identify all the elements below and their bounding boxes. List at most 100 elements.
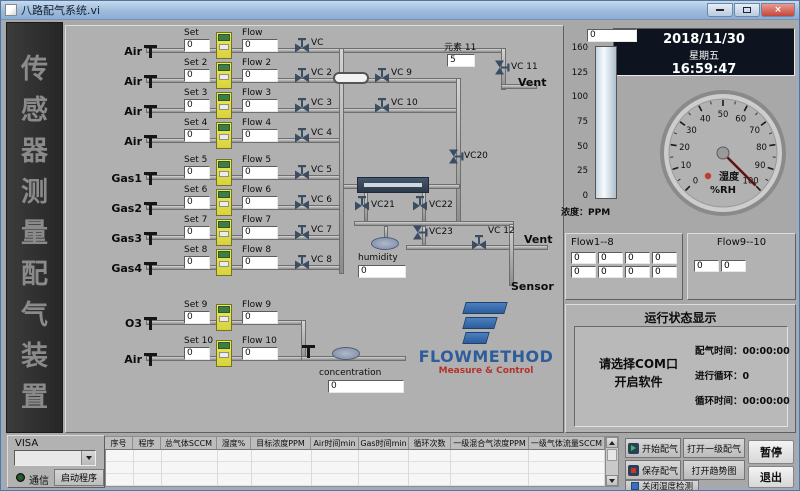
valve-icon[interactable]: [294, 195, 310, 210]
set-input[interactable]: 0: [184, 347, 210, 360]
valve-icon[interactable]: [449, 149, 464, 165]
set-input[interactable]: 0: [184, 166, 210, 179]
set-input[interactable]: 0: [184, 99, 210, 112]
valve-label: VC 12: [488, 226, 515, 236]
flowmethod-logo-icon: [464, 302, 508, 344]
concentration-bar-scale: 1601251007550250: [563, 43, 591, 201]
table-cell: [134, 462, 162, 474]
visa-resource-combo[interactable]: [14, 450, 96, 466]
bar-tick-label: 100: [572, 92, 588, 102]
mfc-icon: [216, 159, 232, 186]
flow-readout: 0: [625, 252, 650, 264]
ppm-readout: 0: [587, 29, 637, 42]
valve-icon[interactable]: [412, 196, 428, 211]
triangle-up-icon: [609, 441, 615, 445]
table-header-cell: 一级气体流量SCCM: [529, 436, 605, 450]
valve-icon[interactable]: [354, 196, 370, 211]
tee-valve-icon: [144, 170, 157, 189]
set-label: Set 5: [184, 155, 207, 165]
app-window: 八路配气系统.vi × 传感器测量配气装置 humidity 0 concent…: [0, 0, 800, 491]
element11-value[interactable]: 5: [447, 54, 475, 67]
concentration-value[interactable]: 0: [328, 380, 404, 393]
maximize-button[interactable]: [734, 3, 760, 17]
valve-icon[interactable]: [294, 128, 310, 143]
valve-icon[interactable]: [471, 235, 487, 250]
bar-tick-label: 0: [583, 191, 588, 201]
svg-text:50: 50: [718, 110, 729, 120]
valve-icon[interactable]: [413, 225, 428, 241]
set-input[interactable]: 0: [184, 39, 210, 52]
concentration-bar-label: 浓度：PPM: [561, 205, 610, 218]
scroll-up-button[interactable]: [606, 437, 618, 448]
valve-icon[interactable]: [294, 165, 310, 180]
scroll-down-button[interactable]: [606, 475, 618, 486]
flow-readout: 0: [571, 252, 596, 264]
combo-dropdown-button[interactable]: [81, 451, 95, 465]
flow-label: Flow 10: [242, 336, 277, 346]
set-input[interactable]: 0: [184, 129, 210, 142]
start-gas-label: 开始配气: [642, 442, 678, 455]
scrollbar-thumb[interactable]: [607, 449, 617, 461]
flow18-title: Flow1--8: [566, 234, 682, 248]
set-input[interactable]: 0: [184, 256, 210, 269]
svg-text:0: 0: [693, 177, 698, 187]
valve-icon[interactable]: [294, 68, 310, 83]
time-text: 16:59:47: [614, 62, 794, 77]
minimize-button[interactable]: [707, 3, 733, 17]
table-cell: [529, 474, 605, 486]
valve-label: VC22: [429, 200, 453, 210]
pipe: [343, 48, 505, 53]
close-humidity-button[interactable]: 关闭湿度检测: [625, 480, 699, 491]
set-input[interactable]: 0: [184, 196, 210, 209]
table-header-cell: 循环次数: [409, 436, 451, 450]
valve-icon[interactable]: [374, 98, 390, 113]
table-cell: [134, 474, 162, 486]
table-header-cell: Gas时间min: [359, 436, 409, 450]
valve-icon[interactable]: [495, 60, 510, 76]
table-cell: [312, 450, 360, 462]
open-primary-gas-button[interactable]: 打开一级配气: [683, 438, 745, 458]
set-label: Set 7: [184, 215, 207, 225]
valve-icon[interactable]: [294, 225, 310, 240]
concentration-label: concentration: [319, 368, 381, 378]
set-input[interactable]: 0: [184, 226, 210, 239]
table-row: [106, 474, 605, 486]
set-input[interactable]: 0: [184, 311, 210, 324]
program-table-body: [105, 450, 605, 487]
tee-valve-icon: [144, 260, 157, 279]
valve-label: VC20: [464, 151, 488, 161]
save-gas-button[interactable]: 保存配气: [625, 460, 681, 480]
valve-icon[interactable]: [374, 68, 390, 83]
save-icon: [628, 465, 639, 476]
valve-icon[interactable]: [294, 98, 310, 113]
tee-valve-icon: [144, 230, 157, 249]
svg-text:40: 40: [700, 114, 711, 124]
start-program-button[interactable]: 启动程序: [54, 469, 104, 486]
humidity-value[interactable]: 0: [358, 265, 406, 278]
gas-source-label: Air: [106, 105, 142, 118]
set-input[interactable]: 0: [184, 69, 210, 82]
sidebar-title: 传感器测量配气装置: [7, 49, 62, 418]
table-scrollbar[interactable]: [605, 436, 619, 487]
flow-display: 0: [242, 69, 278, 82]
start-gas-button[interactable]: 开始配气: [625, 438, 681, 458]
inline-filter-icon: [333, 72, 369, 84]
stat-label: 循环时间：: [695, 396, 743, 407]
table-cell: [218, 450, 252, 462]
close-button[interactable]: ×: [761, 3, 795, 17]
pause-button[interactable]: 暂停: [748, 440, 794, 464]
stat-value: 00:00:00: [743, 346, 790, 357]
flow18-readouts: 00000000: [566, 248, 682, 278]
tee-valve-icon: [144, 43, 157, 62]
open-trend-button[interactable]: 打开趋势图: [683, 460, 745, 480]
valve-icon[interactable]: [294, 38, 310, 53]
exit-button[interactable]: 退出: [748, 466, 794, 488]
title-bar[interactable]: 八路配气系统.vi ×: [1, 1, 799, 20]
humidity-gauge: 0102030405060708090100湿度%RH: [647, 79, 799, 227]
valve-label: VC 11: [511, 62, 538, 72]
valve-icon[interactable]: [294, 255, 310, 270]
set-label: Set 8: [184, 245, 207, 255]
flow-label: Flow 6: [242, 185, 271, 195]
flow-display: 0: [242, 39, 278, 52]
flow-readout: 0: [652, 266, 677, 278]
